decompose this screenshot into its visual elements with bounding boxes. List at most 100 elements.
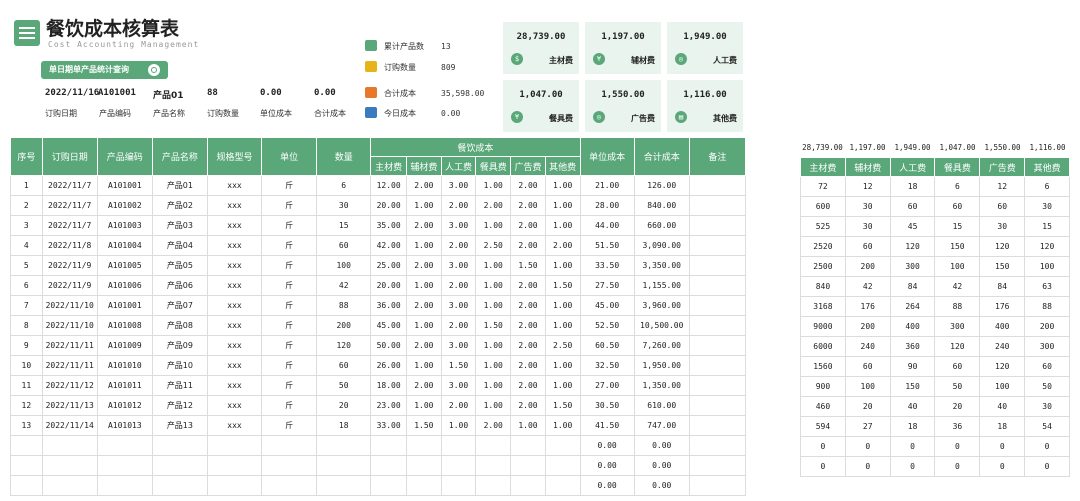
- table-cell[interactable]: [405, 475, 442, 496]
- table-cell[interactable]: 产品12: [151, 395, 208, 416]
- table-cell[interactable]: [261, 475, 318, 496]
- table-cell[interactable]: 2.00: [510, 375, 546, 396]
- side-table-cell[interactable]: 400: [979, 316, 1026, 337]
- side-table-cell[interactable]: 45: [889, 216, 936, 237]
- side-table-cell[interactable]: 30: [1024, 196, 1070, 217]
- table-cell[interactable]: 1.50: [405, 415, 442, 436]
- table-cell[interactable]: xxx: [206, 215, 263, 236]
- side-table-cell[interactable]: 264: [889, 296, 936, 317]
- query-code-value[interactable]: A101001: [98, 88, 136, 98]
- table-cell[interactable]: [370, 475, 407, 496]
- table-cell[interactable]: 2022/11/7: [41, 175, 98, 196]
- table-cell[interactable]: 产品08: [151, 315, 208, 336]
- table-cell[interactable]: [688, 275, 747, 296]
- table-cell[interactable]: 33.00: [370, 415, 407, 436]
- side-table-cell[interactable]: 240: [979, 336, 1026, 357]
- table-cell[interactable]: 2022/11/13: [41, 395, 98, 416]
- table-cell[interactable]: 30.50: [579, 395, 635, 416]
- table-cell[interactable]: [151, 475, 208, 496]
- table-cell[interactable]: [10, 455, 43, 476]
- table-cell[interactable]: 35.00: [370, 215, 407, 236]
- table-cell[interactable]: 88: [316, 295, 372, 316]
- table-cell[interactable]: 2022/11/10: [41, 315, 98, 336]
- table-cell[interactable]: 1.50: [440, 355, 477, 376]
- side-table-cell[interactable]: 150: [934, 236, 981, 257]
- table-cell[interactable]: xxx: [206, 355, 263, 376]
- table-cell[interactable]: [688, 255, 747, 276]
- table-cell[interactable]: 1.00: [475, 275, 512, 296]
- table-cell[interactable]: 27.50: [579, 275, 635, 296]
- table-cell[interactable]: 6: [10, 275, 43, 296]
- table-cell[interactable]: 840.00: [633, 195, 690, 216]
- table-cell[interactable]: A101012: [96, 395, 153, 416]
- table-cell[interactable]: 1: [10, 175, 43, 196]
- side-table-cell[interactable]: 18: [889, 416, 936, 437]
- table-cell[interactable]: [405, 435, 442, 456]
- table-cell[interactable]: [688, 295, 747, 316]
- side-table-cell[interactable]: 15: [1024, 216, 1070, 237]
- side-table-cell[interactable]: 150: [889, 376, 936, 397]
- single-query-button[interactable]: 单日期单产品统计查询: [41, 61, 168, 79]
- side-table-cell[interactable]: 15: [934, 216, 981, 237]
- table-cell[interactable]: 45.00: [579, 295, 635, 316]
- table-cell[interactable]: [316, 455, 372, 476]
- table-cell[interactable]: 产品11: [151, 375, 208, 396]
- table-cell[interactable]: 斤: [261, 195, 318, 216]
- side-table-cell[interactable]: 60: [844, 356, 891, 377]
- table-cell[interactable]: 产品05: [151, 255, 208, 276]
- side-table-cell[interactable]: 100: [1024, 256, 1070, 277]
- side-table-cell[interactable]: 18: [889, 176, 936, 197]
- table-cell[interactable]: 25.00: [370, 255, 407, 276]
- side-table-cell[interactable]: 100: [979, 376, 1026, 397]
- side-table-cell[interactable]: 30: [844, 196, 891, 217]
- table-cell[interactable]: [688, 475, 747, 496]
- table-cell[interactable]: 6: [316, 175, 372, 196]
- table-cell[interactable]: [688, 455, 747, 476]
- table-cell[interactable]: [688, 375, 747, 396]
- table-cell[interactable]: A101008: [96, 315, 153, 336]
- table-cell[interactable]: 50: [316, 375, 372, 396]
- table-cell[interactable]: 0.00: [633, 435, 690, 456]
- table-cell[interactable]: [688, 395, 747, 416]
- table-cell[interactable]: 32.50: [579, 355, 635, 376]
- table-cell[interactable]: 2.00: [510, 355, 546, 376]
- side-table-cell[interactable]: 176: [844, 296, 891, 317]
- table-cell[interactable]: 3.00: [440, 215, 477, 236]
- table-cell[interactable]: xxx: [206, 375, 263, 396]
- table-cell[interactable]: 产品02: [151, 195, 208, 216]
- table-cell[interactable]: 20.00: [370, 195, 407, 216]
- table-cell[interactable]: 2022/11/7: [41, 195, 98, 216]
- table-cell[interactable]: 1.50: [544, 395, 581, 416]
- table-cell[interactable]: [510, 455, 546, 476]
- table-cell[interactable]: 2.00: [440, 395, 477, 416]
- table-cell[interactable]: 1.50: [510, 255, 546, 276]
- table-cell[interactable]: A101009: [96, 335, 153, 356]
- table-cell[interactable]: [544, 475, 581, 496]
- table-cell[interactable]: 3.00: [440, 335, 477, 356]
- table-cell[interactable]: 1.00: [475, 255, 512, 276]
- side-table-cell[interactable]: 200: [844, 256, 891, 277]
- table-cell[interactable]: 1.00: [510, 415, 546, 436]
- table-cell[interactable]: 41.50: [579, 415, 635, 436]
- table-cell[interactable]: A101001: [96, 175, 153, 196]
- table-cell[interactable]: 产品03: [151, 215, 208, 236]
- table-cell[interactable]: [688, 175, 747, 196]
- table-cell[interactable]: [41, 435, 98, 456]
- table-cell[interactable]: 3,960.00: [633, 295, 690, 316]
- side-table-cell[interactable]: 200: [844, 316, 891, 337]
- table-cell[interactable]: 1.00: [475, 295, 512, 316]
- table-cell[interactable]: [41, 455, 98, 476]
- table-cell[interactable]: 13: [10, 415, 43, 436]
- side-table-cell[interactable]: 0: [800, 456, 846, 477]
- side-table-cell[interactable]: 0: [979, 456, 1026, 477]
- table-cell[interactable]: xxx: [206, 295, 263, 316]
- table-cell[interactable]: 20.00: [370, 275, 407, 296]
- table-cell[interactable]: 3.00: [440, 255, 477, 276]
- table-cell[interactable]: [688, 415, 747, 436]
- side-table-cell[interactable]: 0: [844, 456, 891, 477]
- side-table-cell[interactable]: 60: [979, 196, 1026, 217]
- table-cell[interactable]: 2.00: [405, 255, 442, 276]
- table-cell[interactable]: [688, 215, 747, 236]
- side-table-cell[interactable]: 42: [934, 276, 981, 297]
- table-cell[interactable]: 1.00: [405, 315, 442, 336]
